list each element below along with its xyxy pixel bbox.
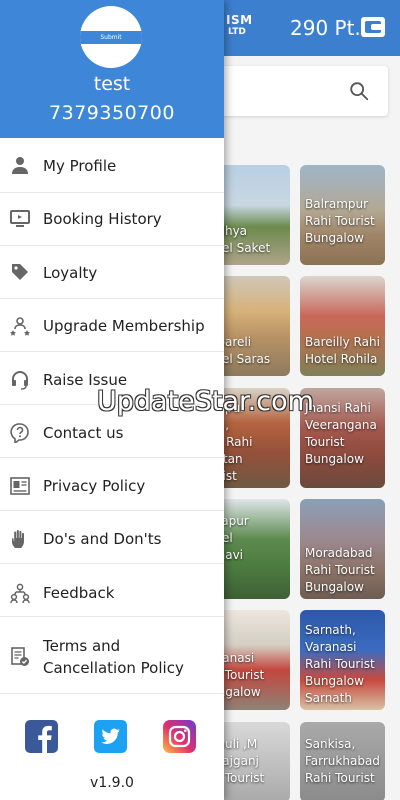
avatar[interactable]: Submit [80, 6, 142, 68]
menu-item-upgrade-membership[interactable]: Upgrade Membership [0, 299, 224, 352]
menu-item-privacy-policy[interactable]: Privacy Policy [0, 458, 224, 511]
menu-item-label: Loyalty [43, 264, 98, 282]
facebook-icon[interactable] [25, 720, 58, 753]
hand-icon [12, 530, 24, 548]
monitor-icon [10, 210, 30, 227]
watermark-text: UpdateStar.com [97, 386, 314, 417]
menu-item-label: Booking History [43, 210, 162, 228]
social-links [0, 720, 224, 760]
menu-item-feedback[interactable]: Feedback [0, 564, 224, 617]
menu-item-label: Contact us [43, 424, 124, 442]
menu-item-label: Feedback [43, 584, 115, 602]
headset-icon [12, 371, 28, 390]
menu-item-label: Terms and [43, 637, 121, 655]
person-icon [12, 157, 28, 174]
menu-item-booking-history[interactable]: Booking History [0, 193, 224, 246]
menu-item-my-profile[interactable]: My Profile [0, 140, 224, 193]
menu-item-label: My Profile [43, 157, 117, 175]
people-network-icon [10, 583, 30, 603]
avatar-submit-label: Submit [80, 31, 142, 44]
user-name: test [93, 73, 131, 95]
app-version: v1.9.0 [90, 775, 134, 791]
drawer-header: Submit test 7379350700 [0, 0, 224, 138]
twitter-icon[interactable] [94, 720, 127, 753]
menu-item-loyalty[interactable]: Loyalty [0, 246, 224, 299]
question-bubble-icon [10, 423, 29, 443]
tag-icon [12, 264, 28, 280]
menu-item-dos-and-donts[interactable]: Do's and Don'ts [0, 511, 224, 564]
menu-item-label: Privacy Policy [43, 477, 146, 495]
id-card-icon [10, 477, 30, 495]
menu-item-label: Do's and Don'ts [43, 530, 162, 548]
menu-item-label-line2: Cancellation Policy [43, 659, 184, 677]
document-check-icon [11, 647, 29, 666]
user-phone: 7379350700 [49, 102, 175, 124]
group-stars-icon [10, 317, 30, 336]
instagram-icon[interactable] [163, 720, 196, 753]
menu-item-label: Upgrade Membership [43, 317, 205, 335]
menu-item-terms-cancellation[interactable]: Terms and Cancellation Policy [0, 617, 224, 694]
